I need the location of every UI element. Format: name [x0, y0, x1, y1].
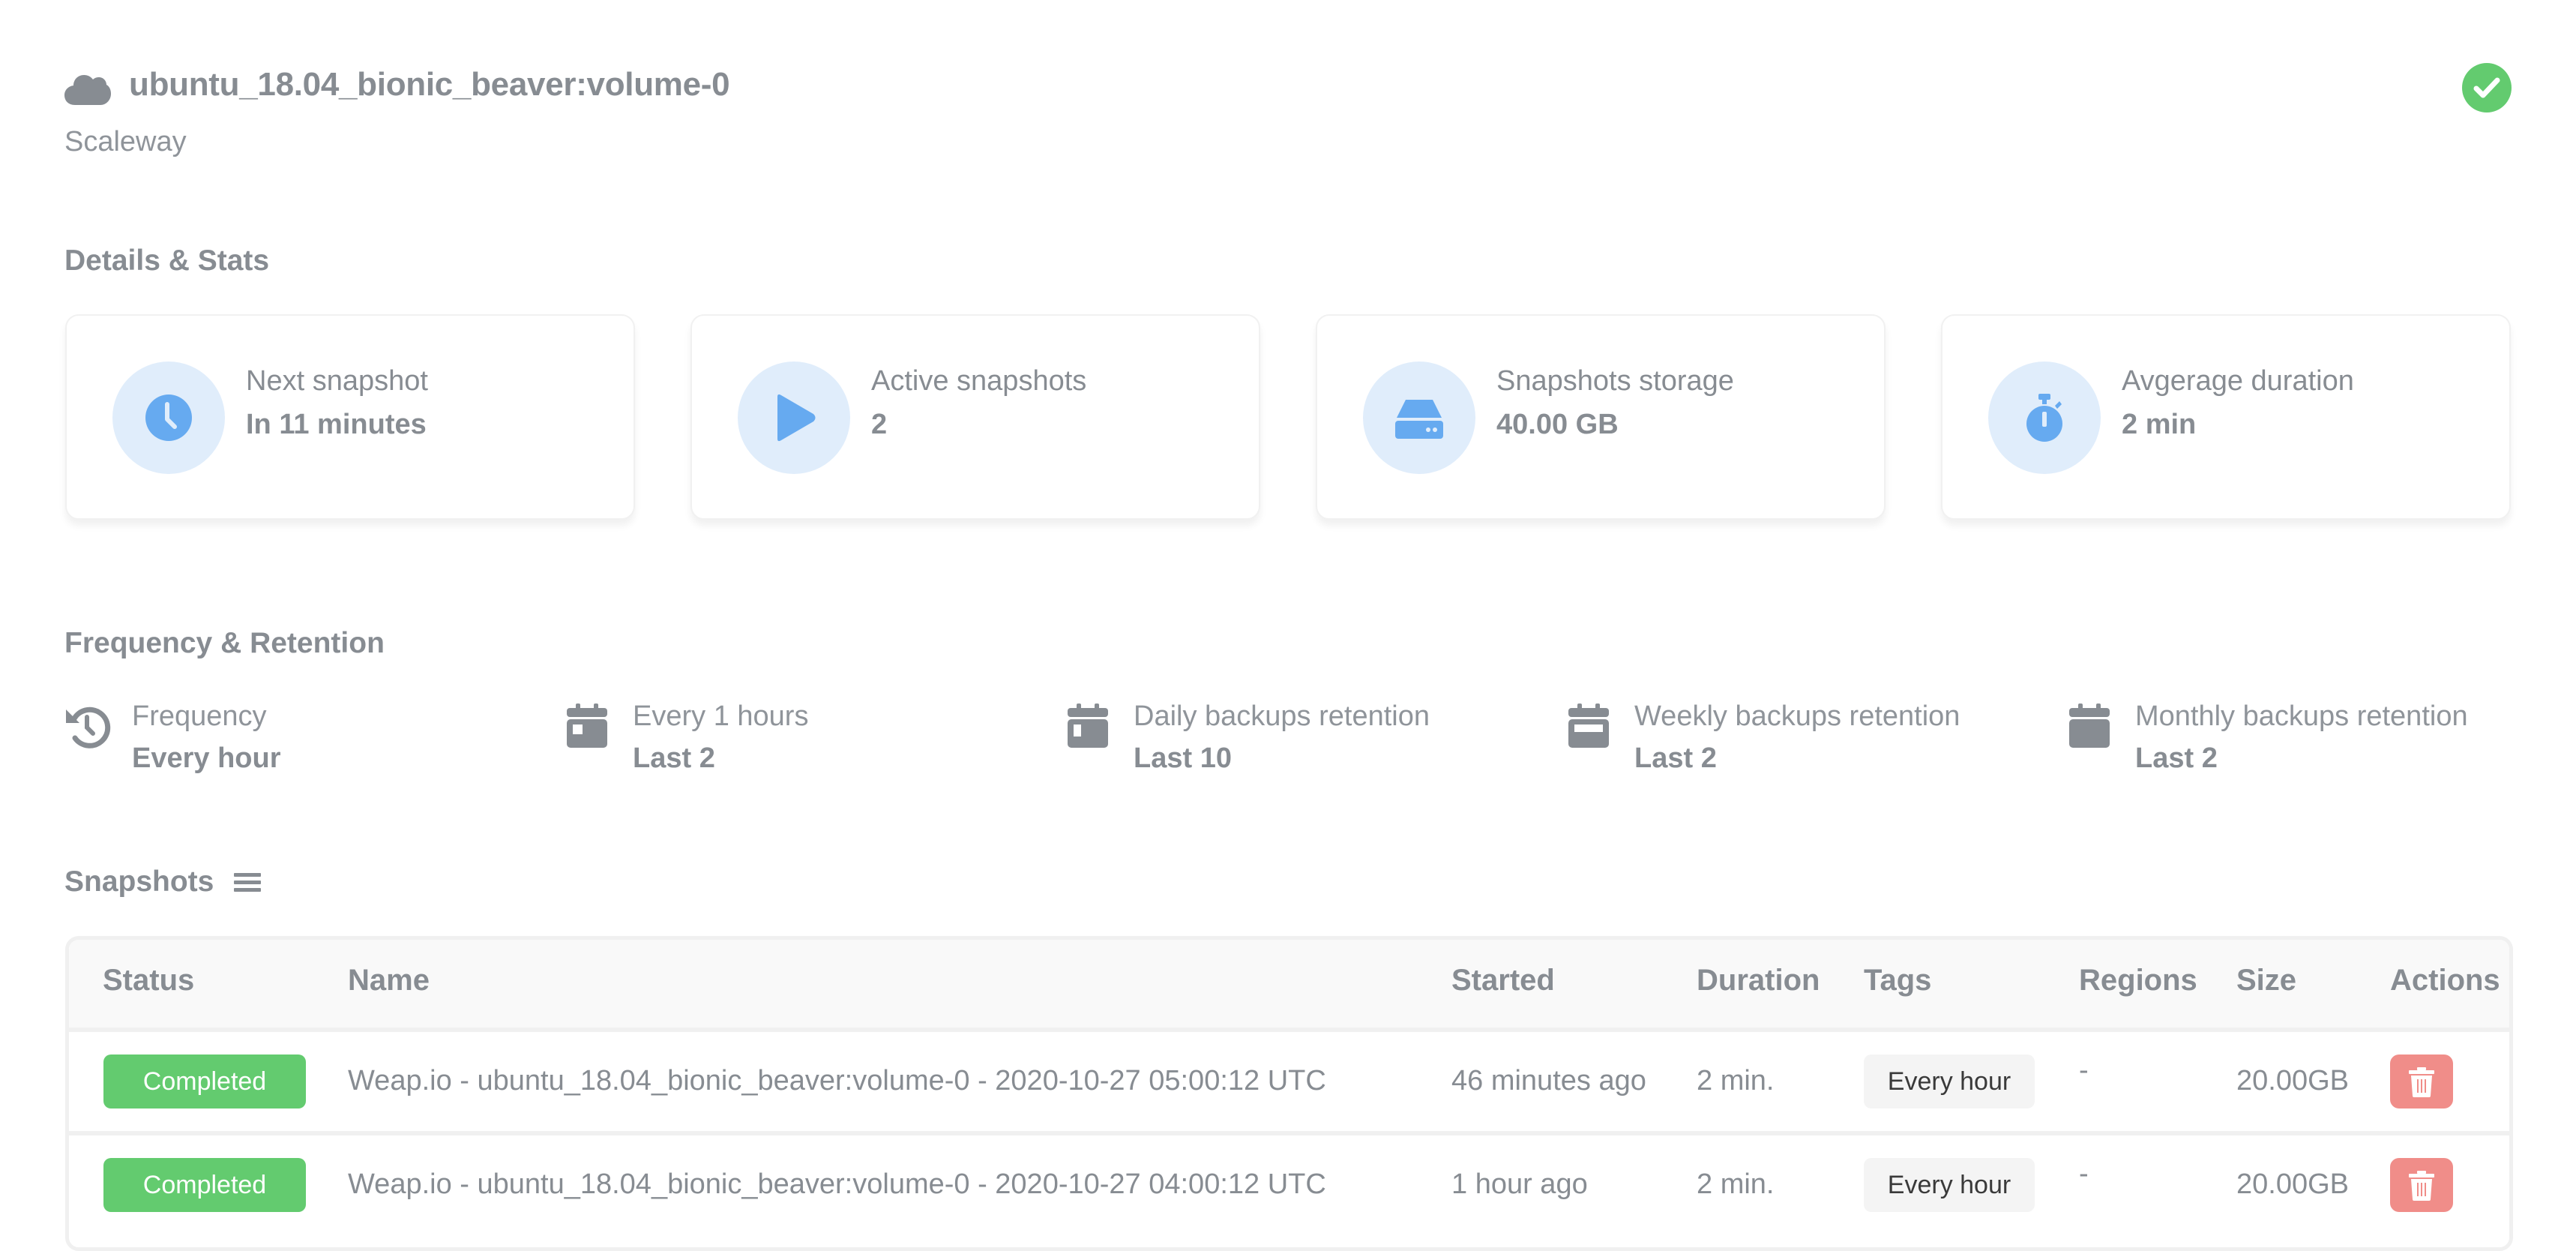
column-header-size[interactable]: Size: [2236, 964, 2296, 998]
frequency-label: Every 1 hours: [633, 700, 809, 732]
frequency-label: Monthly backups retention: [2135, 700, 2468, 732]
column-header-status[interactable]: Status: [103, 964, 194, 998]
page-title: ubuntu_18.04_bionic_beaver:volume-0: [129, 66, 730, 103]
column-header-actions: Actions: [2390, 964, 2500, 997]
snapshot-regions: -: [2079, 1054, 2089, 1086]
provider-label: Scaleway: [64, 126, 187, 158]
delete-button[interactable]: [2390, 1158, 2453, 1212]
calendar-day-icon: [565, 704, 612, 750]
frequency-section-title: Frequency & Retention: [64, 627, 385, 659]
frequency-value: Every hour: [132, 742, 281, 774]
stat-card-active-snapshots: Active snapshots 2: [690, 314, 1260, 520]
details-section-title: Details & Stats: [64, 244, 270, 277]
snapshot-duration: 2 min.: [1697, 1065, 1775, 1096]
calendar-day-icon: [1066, 704, 1113, 750]
trash-icon: [2409, 1067, 2434, 1097]
frequency-label: Weekly backups retention: [1634, 700, 1960, 732]
snapshot-started: 46 minutes ago: [1451, 1065, 1646, 1096]
stat-value: 40.00 GB: [1496, 409, 1619, 440]
snapshot-size: 20.00GB: [2236, 1168, 2349, 1200]
table-header: Status Name Started Duration Tags Region…: [69, 940, 2509, 1032]
snapshot-name: Weap.io - ubuntu_18.04_bionic_beaver:vol…: [348, 1065, 1326, 1096]
trash-icon: [2409, 1171, 2434, 1201]
frequency-value: Last 2: [1634, 742, 1717, 774]
check-circle-icon: [2462, 63, 2512, 112]
list-icon[interactable]: [234, 872, 261, 894]
frequency-value: Last 2: [2135, 742, 2218, 774]
stat-value: 2 min: [2122, 409, 2197, 440]
tag-badge: Every hour: [1864, 1054, 2035, 1108]
column-header-duration[interactable]: Duration: [1697, 964, 1820, 998]
snapshot-name: Weap.io - ubuntu_18.04_bionic_beaver:vol…: [348, 1168, 1326, 1200]
stat-label: Avgerage duration: [2122, 365, 2354, 397]
hdd-icon: [1363, 362, 1475, 474]
snapshot-duration: 2 min.: [1697, 1168, 1775, 1200]
snapshots-section-title: Snapshots: [64, 866, 214, 898]
stat-card-next-snapshot: Next snapshot In 11 minutes: [65, 314, 635, 520]
frequency-label: Daily backups retention: [1134, 700, 1430, 732]
calendar-week-icon: [1567, 704, 1613, 750]
cloud-icon: [64, 70, 111, 105]
frequency-value: Last 2: [633, 742, 715, 774]
snapshot-started: 1 hour ago: [1451, 1168, 1588, 1200]
stat-label: Next snapshot: [246, 365, 428, 397]
column-header-tags[interactable]: Tags: [1864, 964, 1931, 998]
stat-card-average-duration: Avgerage duration 2 min: [1941, 314, 2511, 520]
delete-button[interactable]: [2390, 1054, 2453, 1108]
stat-label: Active snapshots: [871, 365, 1087, 397]
play-icon: [738, 362, 850, 474]
stat-value: 2: [871, 409, 888, 440]
column-header-started[interactable]: Started: [1451, 964, 1555, 998]
stat-label: Snapshots storage: [1496, 365, 1734, 397]
column-header-name[interactable]: Name: [348, 964, 430, 998]
stat-value: In 11 minutes: [246, 409, 427, 440]
snapshots-table: Status Name Started Duration Tags Region…: [65, 936, 2513, 1251]
frequency-label: Frequency: [132, 700, 267, 732]
status-badge: Completed: [103, 1158, 306, 1212]
history-icon: [64, 704, 111, 750]
stat-card-snapshots-storage: Snapshots storage 40.00 GB: [1316, 314, 1886, 520]
column-header-regions[interactable]: Regions: [2079, 964, 2197, 998]
snapshot-size: 20.00GB: [2236, 1065, 2349, 1096]
frequency-value: Last 10: [1134, 742, 1232, 774]
tag-badge: Every hour: [1864, 1158, 2035, 1212]
snapshot-regions: -: [2079, 1158, 2089, 1190]
calendar-icon: [2068, 704, 2114, 750]
table-row: Completed Weap.io - ubuntu_18.04_bionic_…: [69, 1136, 2509, 1234]
clock-icon: [112, 362, 225, 474]
table-row: Completed Weap.io - ubuntu_18.04_bionic_…: [69, 1032, 2509, 1136]
stopwatch-icon: [1988, 362, 2101, 474]
status-badge: Completed: [103, 1054, 306, 1108]
